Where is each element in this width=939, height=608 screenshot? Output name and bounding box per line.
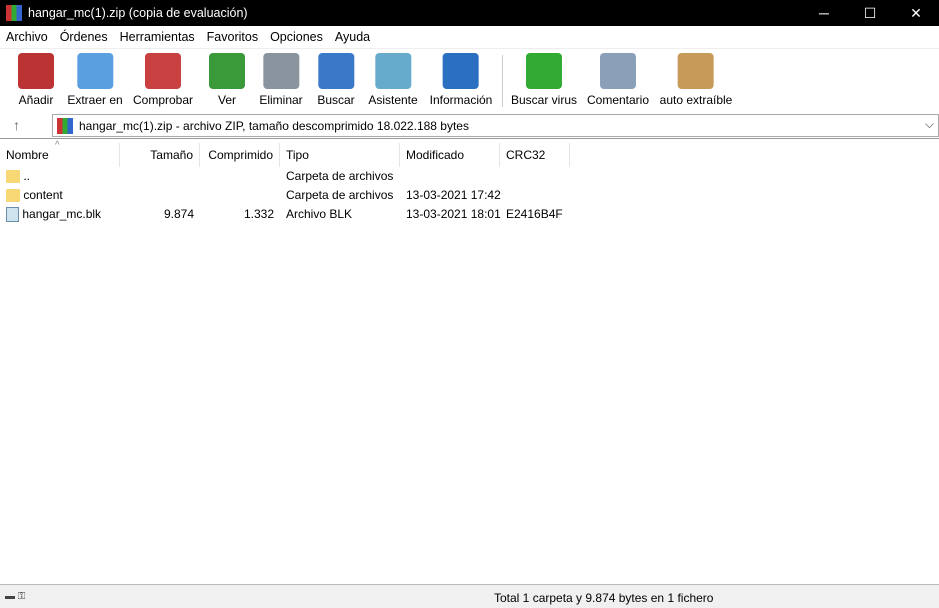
table-row[interactable]: .. Carpeta de archivos [0,167,600,186]
up-arrow-icon[interactable]: ↑ [13,117,20,133]
minimize-button[interactable]: ─ [801,0,847,26]
toolbar-button-añadir[interactable]: Añadir [18,53,54,107]
toolbar-button-label: Comprobar [132,93,194,107]
toolbar-button-buscar[interactable]: Buscar [317,53,355,107]
path-field[interactable]: hangar_mc(1).zip - archivo ZIP, tamaño d… [52,114,939,137]
menu-bar: Archivo Órdenes Herramientas Favoritos O… [0,26,939,48]
toolbar-button-ver[interactable]: Ver [209,53,245,107]
cell-type: Carpeta de archivos [286,169,394,183]
toolbar-button-buscar-virus[interactable]: Buscar virus [511,53,577,107]
toolbar-button-auto-extraíble[interactable]: auto extraíble [659,53,733,107]
wizard-icon [374,53,411,89]
cell-size: 9.874 [163,207,194,221]
col-crc32[interactable]: CRC32 [500,143,570,167]
toolbar-button-comprobar[interactable]: Comprobar [133,53,193,107]
cell-modified: 13-03-2021 17:42 [406,188,501,202]
drive-key-icon: ▬ ⚿ [5,591,26,602]
close-button[interactable]: ✕ [893,0,939,26]
comment-icon [600,53,636,89]
path-text: hangar_mc(1).zip - archivo ZIP, tamaño d… [79,118,469,133]
toolbar-button-label: Añadir [18,93,54,107]
col-size[interactable]: Tamaño [120,143,200,167]
winrar-icon [6,5,22,21]
toolbar-button-label: Eliminar [259,93,303,107]
address-bar: ↑ hangar_mc(1).zip - archivo ZIP, tamaño… [0,112,939,139]
toolbar-button-comentario[interactable]: Comentario [587,53,649,107]
table-row[interactable]: hangar_mc.blk 9.874 1.332 Archivo BLK 13… [0,205,600,224]
toolbar-button-extraer-en[interactable]: Extraer en [67,53,123,107]
folder-icon [6,189,20,203]
toolbar-button-label: Buscar virus [510,93,578,107]
menu-ayuda[interactable]: Ayuda [329,30,376,44]
status-bar: ▬ ⚿ Total 1 carpeta y 9.874 bytes en 1 f… [0,584,939,608]
table-row[interactable]: content Carpeta de archivos 13-03-2021 1… [0,186,600,205]
toolbar-button-label: Asistente [368,93,418,107]
zip-icon [57,117,73,134]
menu-opciones[interactable]: Opciones [264,30,329,44]
toolbar-button-label: Información [429,93,493,107]
test-clipboard-icon [145,53,181,89]
search-icon [317,53,354,89]
toolbar-button-información[interactable]: Información [429,53,493,107]
cell-modified: 13-03-2021 18:01 [406,207,501,221]
toolbar-button-label: Extraer en [67,93,123,107]
file-icon [6,207,19,223]
col-name[interactable]: Nombre ^ [0,140,120,167]
folder-icon [6,170,20,184]
cell-name: .. [23,169,31,183]
col-modified[interactable]: Modificado [400,143,500,167]
toolbar-button-label: auto extraíble [659,93,733,107]
status-text: Total 1 carpeta y 9.874 bytes en 1 fiche… [494,591,714,605]
toolbar-button-eliminar[interactable]: Eliminar [259,53,303,107]
col-type[interactable]: Tipo [280,143,400,167]
toolbar-button-label: Ver [217,93,236,107]
info-icon [442,53,479,89]
cell-name: hangar_mc.blk [22,207,102,221]
toolbar-button-label: Comentario [586,93,650,107]
add-archive-icon [18,53,54,89]
sort-ascending-icon: ^ [55,140,60,151]
menu-favoritos[interactable]: Favoritos [201,30,264,44]
maximize-button[interactable]: ☐ [847,0,893,26]
extract-folder-icon [76,53,113,89]
view-book-icon [209,53,245,89]
column-headers: Nombre ^ Tamaño Comprimido Tipo Modificad… [0,140,939,167]
toolbar: Añadir Extraer en Comprobar Ver Eliminar Busc… [0,48,939,112]
sfx-box-icon [678,53,714,89]
menu-archivo[interactable]: Archivo [0,30,54,44]
window-title: hangar_mc(1).zip (copia de evaluación) [28,6,248,20]
trash-icon [263,53,299,89]
file-list: Nombre ^ Tamaño Comprimido Tipo Modificad… [0,140,939,582]
menu-herramientas[interactable]: Herramientas [114,30,201,44]
menu-ordenes[interactable]: Órdenes [54,30,114,44]
cell-name: content [23,188,63,202]
col-packed[interactable]: Comprimido [200,143,280,167]
virus-scan-icon [526,53,562,89]
cell-type: Archivo BLK [286,207,353,221]
cell-crc32: E2416B4F [506,207,563,221]
toolbar-separator [502,55,503,107]
cell-packed: 1.332 [243,207,274,221]
title-bar: hangar_mc(1).zip (copia de evaluación) ─… [0,0,939,26]
toolbar-button-label: Buscar [317,93,355,107]
chevron-down-icon[interactable]: ⌵ [925,117,934,132]
cell-type: Carpeta de archivos [286,188,394,202]
toolbar-button-asistente[interactable]: Asistente [368,53,418,107]
